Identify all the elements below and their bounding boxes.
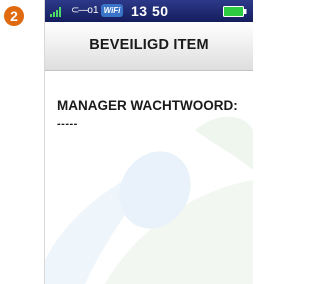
page-title: BEVEILIGD ITEM [89, 37, 209, 53]
device-screen: ⊂—ο 1 WiFi 13 50 BEVEILIGD ITEM MANAGER … [44, 0, 253, 284]
status-time: 13 50 [131, 3, 169, 19]
key-count: 1 [93, 5, 99, 16]
battery-icon [223, 6, 247, 17]
signal-bars-icon [50, 7, 61, 17]
title-bar: BEVEILIGD ITEM [45, 22, 253, 71]
key-icon: ⊂—ο [71, 5, 93, 16]
manager-password-value: ----- [57, 118, 78, 130]
manager-password-label: MANAGER WACHTWOORD: [57, 98, 238, 113]
wifi-icon: WiFi [101, 4, 123, 17]
step-number-badge: 2 [4, 6, 24, 26]
status-bar: ⊂—ο 1 WiFi 13 50 [45, 0, 253, 22]
